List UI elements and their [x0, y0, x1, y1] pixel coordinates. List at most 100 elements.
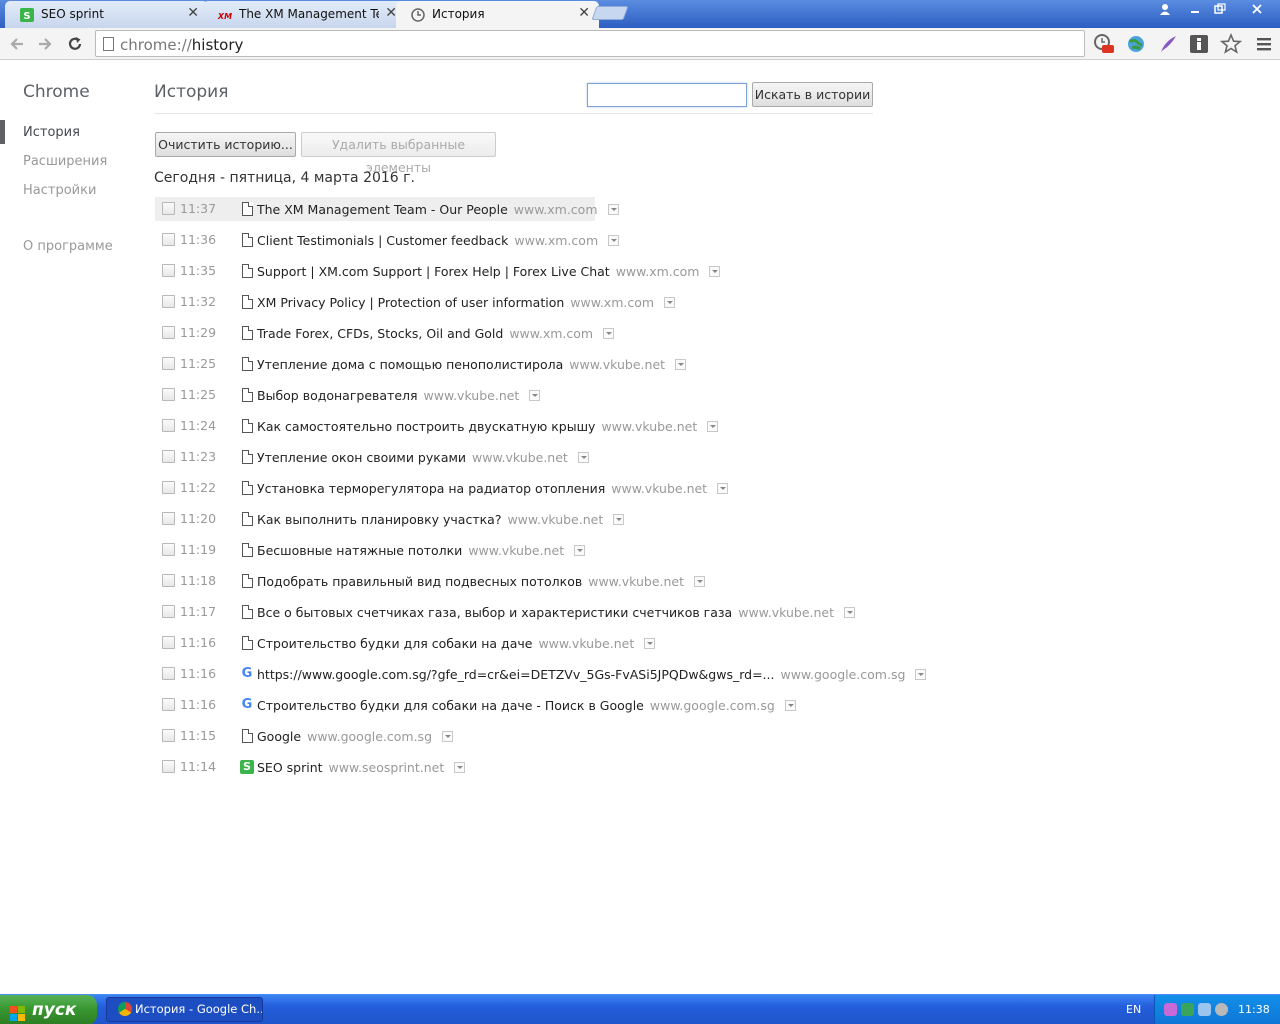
entry-checkbox[interactable]: [162, 202, 175, 215]
entry-domain[interactable]: www.xm.com: [509, 326, 593, 341]
entry-title[interactable]: The XM Management Team - Our People: [257, 202, 508, 217]
entry-checkbox[interactable]: [162, 636, 175, 649]
entry-checkbox[interactable]: [162, 481, 175, 494]
entry-checkbox[interactable]: [162, 543, 175, 556]
entry-checkbox[interactable]: [162, 233, 175, 246]
back-icon[interactable]: [5, 32, 29, 56]
tab-close-icon[interactable]: ✕: [578, 5, 590, 21]
entry-title[interactable]: https://www.google.com.sg/?gfe_rd=cr&ei=…: [257, 667, 774, 682]
tray-volume-icon[interactable]: [1215, 1003, 1228, 1016]
entry-domain[interactable]: www.vkube.net: [611, 481, 707, 496]
entry-link[interactable]: Google www.google.com.sg: [240, 727, 454, 745]
entry-checkbox[interactable]: [162, 667, 175, 680]
reload-icon[interactable]: [63, 32, 87, 56]
entry-menu-dropdown-icon[interactable]: [607, 203, 619, 215]
search-history-button[interactable]: Искать в истории: [752, 82, 873, 107]
entry-title[interactable]: Установка терморегулятора на радиатор от…: [257, 481, 605, 496]
entry-menu-dropdown-icon[interactable]: [709, 265, 721, 277]
start-button[interactable]: пуск: [0, 995, 97, 1024]
tab-seo-sprint[interactable]: S SEO sprint ✕: [5, 1, 208, 28]
minimize-icon[interactable]: [1182, 0, 1208, 18]
entry-title[interactable]: Как самостоятельно построить двускатную …: [257, 419, 595, 434]
sidebar-item-extensions[interactable]: Расширения: [23, 154, 107, 169]
entry-title[interactable]: Подобрать правильный вид подвесных потол…: [257, 574, 582, 589]
entry-title[interactable]: Все о бытовых счетчиках газа, выбор и ха…: [257, 605, 732, 620]
entry-menu-dropdown-icon[interactable]: [442, 730, 454, 742]
entry-checkbox[interactable]: [162, 295, 175, 308]
entry-link[interactable]: Как выполнить планировку участка? www.vku…: [240, 510, 625, 528]
tray-network-icon[interactable]: [1181, 1003, 1194, 1016]
entry-checkbox[interactable]: [162, 698, 175, 711]
tab-xm-management[interactable]: XM The XM Management Team - ✕: [203, 1, 406, 28]
entry-checkbox[interactable]: [162, 388, 175, 401]
entry-link[interactable]: Выбор водонагревателя www.vkube.net: [240, 386, 541, 404]
entry-title[interactable]: Бесшовные натяжные потолки: [257, 543, 462, 558]
entry-checkbox[interactable]: [162, 450, 175, 463]
entry-title[interactable]: Утепление окон своими руками: [257, 450, 466, 465]
entry-menu-dropdown-icon[interactable]: [664, 296, 676, 308]
entry-domain[interactable]: www.xm.com: [514, 233, 598, 248]
entry-link[interactable]: Trade Forex, CFDs, Stocks, Oil and Gold w…: [240, 324, 615, 342]
history-entry[interactable]: 11:37 The XM Management Team - Our People…: [155, 197, 619, 221]
entry-menu-dropdown-icon[interactable]: [454, 761, 466, 773]
entry-menu-dropdown-icon[interactable]: [915, 668, 927, 680]
globe-icon[interactable]: [1125, 33, 1147, 55]
new-tab-button[interactable]: [591, 6, 629, 20]
entry-domain[interactable]: www.vkube.net: [472, 450, 568, 465]
language-indicator[interactable]: EN: [1126, 1003, 1141, 1016]
entry-domain[interactable]: www.xm.com: [570, 295, 654, 310]
entry-link[interactable]: Support | XM.com Support | Forex Help | …: [240, 262, 721, 280]
entry-menu-dropdown-icon[interactable]: [675, 358, 687, 370]
entry-link[interactable]: Ghttps://www.google.com.sg/?gfe_rd=cr&ei…: [240, 665, 927, 683]
entry-domain[interactable]: www.vkube.net: [601, 419, 697, 434]
entry-menu-dropdown-icon[interactable]: [613, 513, 625, 525]
entry-title[interactable]: Trade Forex, CFDs, Stocks, Oil and Gold: [257, 326, 503, 341]
entry-title[interactable]: Как выполнить планировку участка?: [257, 512, 501, 527]
entry-link[interactable]: G Строительство будки для собаки на даче …: [240, 696, 796, 714]
forward-icon[interactable]: [33, 32, 57, 56]
entry-link[interactable]: Утепление дома с помощью пенополистирола…: [240, 355, 687, 373]
entry-domain[interactable]: www.xm.com: [514, 202, 598, 217]
entry-domain[interactable]: www.seosprint.net: [329, 760, 445, 775]
entry-link[interactable]: Установка терморегулятора на радиатор от…: [240, 479, 729, 497]
clear-history-button[interactable]: Очистить историю...: [155, 132, 296, 157]
entry-title[interactable]: Support | XM.com Support | Forex Help | …: [257, 264, 610, 279]
entry-title[interactable]: SEO sprint: [257, 760, 323, 775]
entry-checkbox[interactable]: [162, 419, 175, 432]
tray-display-icon[interactable]: [1198, 1003, 1211, 1016]
entry-domain[interactable]: www.vkube.net: [468, 543, 564, 558]
entry-domain[interactable]: www.google.com.sg: [780, 667, 905, 682]
entry-domain[interactable]: www.vkube.net: [538, 636, 634, 651]
entry-menu-dropdown-icon[interactable]: [717, 482, 729, 494]
feather-icon[interactable]: [1157, 33, 1179, 55]
bookmark-star-icon[interactable]: [1219, 32, 1243, 55]
entry-checkbox[interactable]: [162, 357, 175, 370]
entry-title[interactable]: Client Testimonials | Customer feedback: [257, 233, 508, 248]
entry-menu-dropdown-icon[interactable]: [784, 699, 796, 711]
extension-timer-icon[interactable]: [1093, 33, 1115, 55]
history-search-input[interactable]: [587, 83, 747, 107]
entry-title[interactable]: Утепление дома с помощью пенополистирола: [257, 357, 563, 372]
entry-link[interactable]: Client Testimonials | Customer feedback w…: [240, 231, 620, 249]
entry-link[interactable]: Подобрать правильный вид подвесных потол…: [240, 572, 706, 590]
info-extension-icon[interactable]: [1188, 33, 1210, 55]
entry-menu-dropdown-icon[interactable]: [608, 234, 620, 246]
sidebar-item-history[interactable]: История: [23, 125, 80, 140]
entry-checkbox[interactable]: [162, 605, 175, 618]
entry-link[interactable]: Утепление окон своими руками www.vkube.ne…: [240, 448, 589, 466]
entry-link[interactable]: XM Privacy Policy | Protection of user i…: [240, 293, 676, 311]
entry-domain[interactable]: www.xm.com: [616, 264, 700, 279]
remove-selected-button[interactable]: Удалить выбранные элементы: [301, 132, 496, 175]
menu-hamburger-icon[interactable]: [1253, 33, 1275, 55]
sidebar-item-settings[interactable]: Настройки: [23, 183, 96, 198]
entry-link[interactable]: Как самостоятельно построить двускатную …: [240, 417, 719, 435]
entry-checkbox[interactable]: [162, 512, 175, 525]
entry-checkbox[interactable]: [162, 264, 175, 277]
entry-menu-dropdown-icon[interactable]: [529, 389, 541, 401]
entry-link[interactable]: S SEO sprint www.seosprint.net: [240, 758, 466, 776]
entry-domain[interactable]: www.vkube.net: [507, 512, 603, 527]
entry-menu-dropdown-icon[interactable]: [603, 327, 615, 339]
address-bar[interactable]: chrome://history: [95, 30, 1085, 57]
entry-menu-dropdown-icon[interactable]: [574, 544, 586, 556]
profile-icon[interactable]: [1152, 0, 1178, 18]
